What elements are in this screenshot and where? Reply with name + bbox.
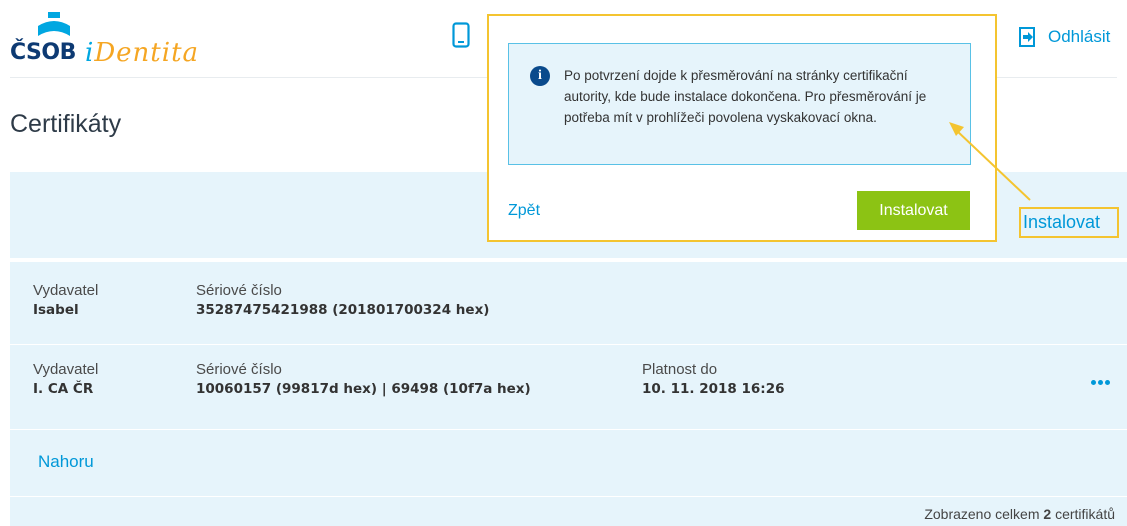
logo[interactable]: ČSOB iDentita [10, 12, 200, 72]
csob-wave-icon [38, 12, 70, 36]
install-link[interactable]: Instalovat [1019, 207, 1119, 238]
serial-label: Sériové číslo [196, 282, 282, 299]
issuer-value: I. CA ČR [33, 381, 94, 397]
serial-label: Sériové číslo [196, 361, 282, 378]
issuer-label: Vydavatel [33, 361, 99, 378]
info-message: Po potvrzení dojde k přesměrování na str… [564, 68, 927, 125]
page-title: Certifikáty [10, 110, 122, 138]
valid-until-value: 10. 11. 2018 16:26 [642, 381, 785, 397]
serial-value: 35287475421988 (201801700324 hex) [196, 302, 490, 318]
top-panel [10, 430, 1127, 496]
back-link[interactable]: Zpět [508, 202, 540, 220]
install-confirmation-popup: i Po potvrzení dojde k přesměrování na s… [487, 14, 997, 242]
mobile-phone-icon[interactable] [452, 22, 470, 48]
logo-product-name: iDentita [85, 38, 200, 68]
logout-label: Odhlásit [1048, 27, 1111, 46]
info-icon: i [530, 66, 550, 86]
info-box: i Po potvrzení dojde k přesměrování na s… [508, 43, 971, 165]
more-options-icon[interactable] [1091, 372, 1115, 385]
certificate-row[interactable] [10, 262, 1127, 344]
install-button[interactable]: Instalovat [857, 191, 970, 230]
back-to-top-link[interactable]: Nahoru [38, 452, 94, 472]
certificate-count: Zobrazeno celkem 2 certifikátů [924, 506, 1115, 522]
issuer-label: Vydavatel [33, 282, 99, 299]
serial-value: 10060157 (99817d hex) | 69498 (10f7a hex… [196, 381, 531, 397]
valid-until-label: Platnost do [642, 361, 718, 378]
logout-icon [1019, 27, 1035, 47]
logout-button[interactable]: Odhlásit [1019, 27, 1110, 47]
logo-bank-name: ČSOB [10, 40, 76, 65]
issuer-value: Isabel [33, 302, 79, 318]
certificate-row[interactable] [10, 345, 1127, 429]
